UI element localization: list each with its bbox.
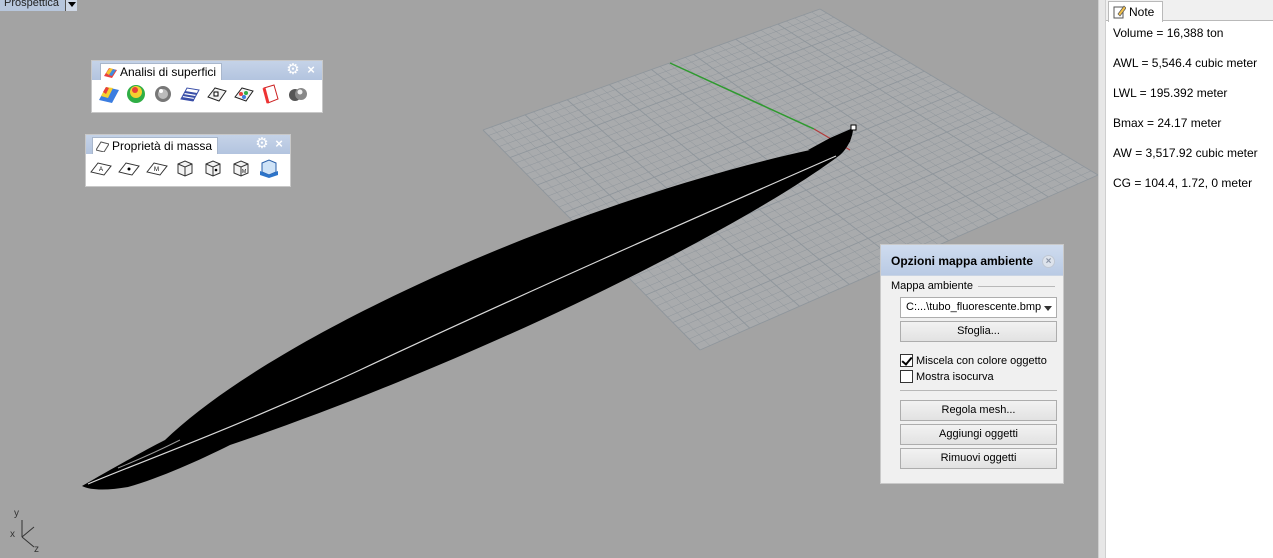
panel-splitter[interactable] <box>1098 0 1106 558</box>
environment-map-file-value: C:...\tubo_fluorescente.bmp <box>906 301 1042 313</box>
viewport-menu-arrow-icon[interactable] <box>65 0 78 11</box>
viewport-title-tab[interactable]: Prospettica <box>0 0 78 11</box>
axis-label-z: z <box>34 544 39 555</box>
browse-button[interactable]: Sfoglia... <box>900 321 1057 342</box>
notes-panel: Note Volume = 16,388 ton AWL = 5,546.4 c… <box>1106 0 1273 558</box>
environment-map-group-label: Mappa ambiente <box>891 280 1055 292</box>
edge-analysis-icon[interactable] <box>260 83 282 105</box>
mass-properties-toolbar-title: Proprietà di massa <box>112 139 213 153</box>
svg-text:A: A <box>99 167 103 173</box>
checkbox-unchecked-icon[interactable] <box>900 370 913 383</box>
axis-indicator: y x z <box>10 508 39 555</box>
surface-analysis-toolbar-title: Analisi di superfici <box>120 65 217 79</box>
close-icon[interactable]: × <box>1042 255 1055 268</box>
surface-analysis-toolbar-tab[interactable]: Analisi di superfici <box>100 63 223 80</box>
axis-label-y: y <box>14 508 19 519</box>
notes-content[interactable]: Volume = 16,388 ton AWL = 5,546.4 cubic … <box>1106 21 1273 206</box>
remove-objects-button[interactable]: Rimuovi oggetti <box>900 448 1057 469</box>
environment-map-panel-title: Opzioni mappa ambiente <box>891 254 1034 268</box>
svg-text:M: M <box>242 169 246 175</box>
hydrostatics-icon[interactable] <box>258 157 280 179</box>
add-objects-button[interactable]: Aggiungi oggetti <box>900 424 1057 445</box>
adjust-mesh-button[interactable]: Regola mesh... <box>900 400 1057 421</box>
show-isocurve-label: Mostra isocurva <box>916 370 994 383</box>
area-moments-icon[interactable]: M <box>146 157 168 179</box>
volume-icon[interactable] <box>174 157 196 179</box>
perspective-viewport[interactable]: y x z Prospettica Analisi di superfici ⚙… <box>0 0 1098 558</box>
chevron-down-icon <box>1044 306 1052 311</box>
show-isocurve-checkbox[interactable]: Mostra isocurva <box>900 370 994 383</box>
volume-moments-icon[interactable]: M <box>230 157 252 179</box>
note-line-bmax: Bmax = 24.17 meter <box>1113 116 1222 130</box>
blend-object-color-checkbox[interactable]: Miscela con colore oggetto <box>900 354 1047 367</box>
checkbox-checked-icon[interactable] <box>900 354 913 367</box>
rainbow-surface-icon <box>104 67 117 78</box>
surface-analysis-toolbar-header[interactable]: Analisi di superfici ⚙ × <box>92 61 322 80</box>
svg-text:M: M <box>154 167 159 173</box>
mass-properties-tab-icon <box>96 140 109 152</box>
note-line-lwl: LWL = 195.392 meter <box>1113 86 1228 100</box>
viewport-title[interactable]: Prospettica <box>0 0 66 11</box>
draft-angle-icon[interactable] <box>125 83 147 105</box>
curvature-analysis-icon[interactable] <box>98 83 120 105</box>
panel-divider <box>900 390 1057 391</box>
environment-map-file-select[interactable]: C:...\tubo_fluorescente.bmp <box>900 297 1057 318</box>
environment-map-icon[interactable] <box>152 83 174 105</box>
environment-map-panel-header[interactable]: Opzioni mappa ambiente × <box>881 245 1063 276</box>
note-line-volume: Volume = 16,388 ton <box>1113 26 1224 40</box>
note-line-aw: AW = 3,517.92 cubic meter <box>1113 146 1258 160</box>
volume-centroid-icon[interactable] <box>202 157 224 179</box>
note-line-cg: CG = 104.4, 1.72, 0 meter <box>1113 176 1253 190</box>
gear-icon[interactable]: ⚙ <box>285 62 301 78</box>
close-icon[interactable]: × <box>304 62 318 78</box>
control-point-marker <box>850 124 857 131</box>
mass-properties-toolbar-header[interactable]: Proprietà di massa ⚙ × <box>86 135 290 154</box>
blend-object-color-label: Miscela con colore oggetto <box>916 354 1047 367</box>
tab-notes[interactable]: Note <box>1108 1 1164 22</box>
notes-tabstrip: Note <box>1106 0 1273 22</box>
close-icon[interactable]: × <box>272 136 286 152</box>
gear-icon[interactable]: ⚙ <box>254 136 270 152</box>
notes-pencil-icon <box>1113 5 1126 19</box>
area-centroid-icon[interactable] <box>118 157 140 179</box>
mass-properties-toolbar: Proprietà di massa ⚙ × A M M <box>85 134 291 187</box>
environment-map-options-panel: Opzioni mappa ambiente × Mappa ambiente … <box>880 244 1064 484</box>
environment-map-group-text: Mappa ambiente <box>891 280 973 292</box>
area-icon[interactable]: A <box>90 157 112 179</box>
mass-properties-toolbar-tab[interactable]: Proprietà di massa <box>92 137 219 154</box>
render-analysis-icon[interactable] <box>287 83 309 105</box>
surface-analysis-toolbar: Analisi di superfici ⚙ × <box>91 60 323 113</box>
notes-tab-label: Note <box>1129 5 1155 19</box>
note-line-awl: AWL = 5,546.4 cubic meter <box>1113 56 1258 70</box>
axis-label-x: x <box>10 529 15 540</box>
zebra-icon[interactable] <box>179 83 201 105</box>
surface-analysis-icon[interactable] <box>206 83 228 105</box>
points-analysis-icon[interactable] <box>233 83 255 105</box>
